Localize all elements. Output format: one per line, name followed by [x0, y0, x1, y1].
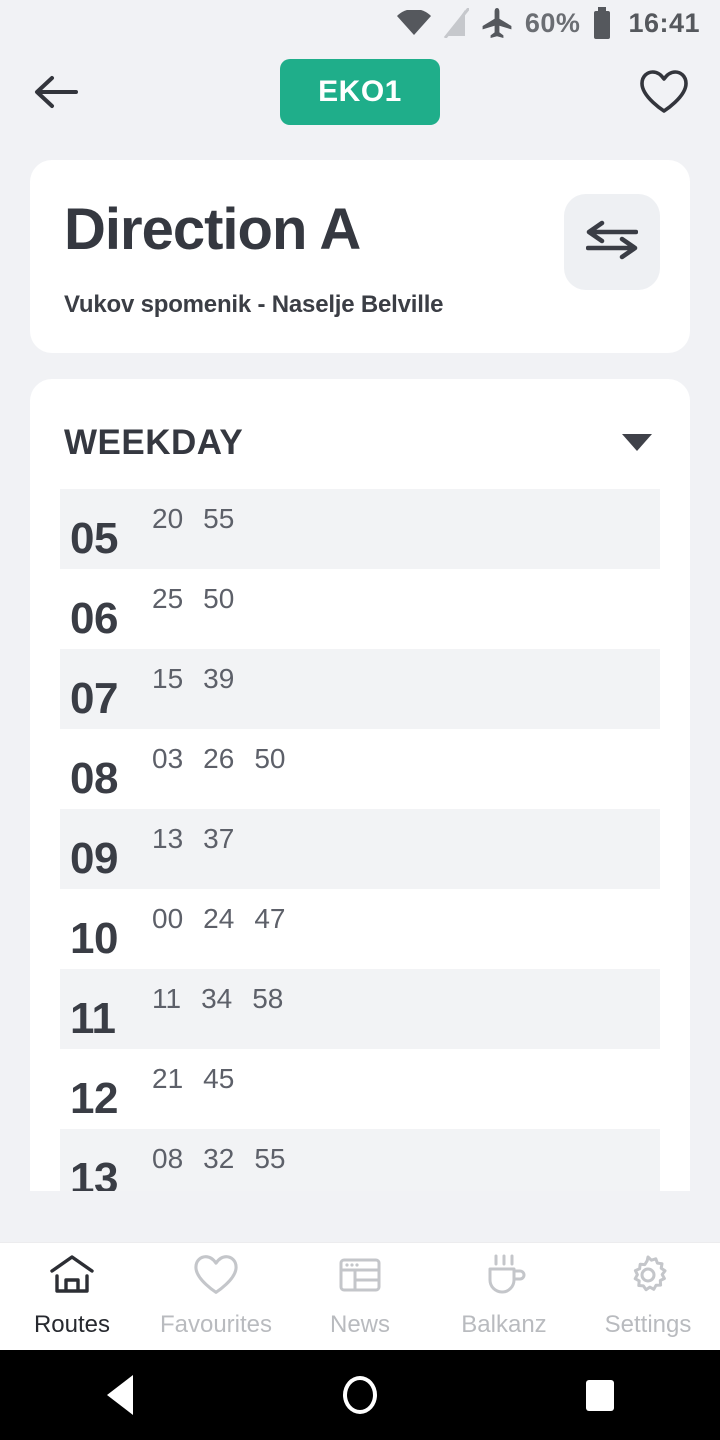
departure-minutes: 03 26 50	[148, 743, 285, 809]
departure-hour: 07	[70, 673, 118, 723]
departure-minute: 15	[152, 662, 184, 694]
chevron-down-icon[interactable]	[622, 434, 652, 452]
departure-minute: 50	[203, 582, 235, 614]
departure-minute: 08	[152, 1142, 184, 1174]
departure-minutes: 11 34 58	[148, 983, 283, 1049]
departure-row[interactable]: 13 08 32 55	[60, 1128, 660, 1191]
departure-hour: 09	[70, 833, 118, 883]
heart-outline-icon	[193, 1254, 239, 1301]
departure-minute: 21	[152, 1062, 184, 1094]
departure-row[interactable]: 12 21 45	[60, 1049, 660, 1129]
departure-minute: 00	[152, 902, 184, 934]
departure-minute: 55	[203, 502, 235, 534]
departure-minute: 37	[203, 822, 235, 854]
battery-icon	[592, 7, 612, 39]
system-back-icon[interactable]	[0, 1375, 240, 1415]
departure-minute: 39	[203, 662, 235, 694]
departure-minute: 11	[152, 982, 182, 1014]
status-clock: 16:41	[628, 7, 700, 38]
wifi-icon	[396, 10, 431, 36]
gear-icon	[625, 1254, 671, 1301]
nav-item-routes[interactable]: Routes	[0, 1254, 144, 1339]
back-arrow-icon[interactable]	[28, 64, 84, 120]
schedule-card: WEEKDAY 05 20 55 06 25 50 07 15 39 08 03 26 50 09 13 37…	[30, 378, 690, 1191]
route-badge[interactable]: EKO1	[280, 59, 440, 125]
departure-minute: 45	[203, 1062, 235, 1094]
status-bar: 60% 16:41	[0, 0, 720, 46]
departure-minute: 26	[203, 742, 235, 774]
departure-minute: 24	[203, 902, 235, 934]
departure-minute: 34	[201, 982, 233, 1014]
departure-hour: 08	[70, 753, 118, 803]
departure-hour: 13	[70, 1153, 118, 1191]
departure-minutes: 15 39	[148, 663, 234, 729]
app-screen: 60% 16:41 EKO1 Direction A Vukov spomeni…	[0, 0, 720, 1440]
departure-row[interactable]: 06 25 50	[60, 569, 660, 649]
direction-card: Direction A Vukov spomenik - Naselje Bel…	[30, 160, 690, 353]
departure-hour: 10	[70, 913, 118, 963]
departure-minute: 47	[254, 902, 286, 934]
system-home-icon[interactable]	[240, 1376, 480, 1414]
swap-arrows-icon	[585, 219, 639, 266]
signal-off-icon	[443, 8, 469, 38]
swap-direction-button[interactable]	[564, 194, 660, 290]
departure-row[interactable]: 11 11 34 58	[60, 968, 660, 1049]
departure-minute: 58	[252, 982, 284, 1014]
departure-rows: 05 20 55 06 25 50 07 15 39 08 03 26 50 09 13 37 10 00 24 47…	[30, 488, 690, 1191]
departure-row[interactable]: 09 13 37	[60, 808, 660, 889]
departure-minute: 50	[254, 742, 286, 774]
departure-row[interactable]: 08 03 26 50	[60, 729, 660, 809]
nav-label-balkanz: Balkanz	[461, 1311, 547, 1338]
nav-item-balkanz[interactable]: Balkanz	[432, 1254, 576, 1339]
nav-item-settings[interactable]: Settings	[576, 1254, 720, 1339]
departure-minute: 25	[152, 582, 184, 614]
departure-hour: 06	[70, 593, 118, 643]
system-navigation-bar	[0, 1350, 720, 1440]
nav-item-favourites[interactable]: Favourites	[144, 1254, 288, 1339]
bottom-navigation: Routes Favourites News Balkanz Settings	[0, 1242, 720, 1350]
departure-row[interactable]: 05 20 55	[60, 488, 660, 569]
departure-minute: 13	[152, 822, 184, 854]
departure-minutes: 25 50	[148, 583, 234, 649]
departure-minute: 20	[152, 502, 184, 534]
departure-minute: 32	[203, 1142, 235, 1174]
nav-item-news[interactable]: News	[288, 1254, 432, 1339]
departure-minute: 03	[152, 742, 184, 774]
news-layout-icon	[337, 1254, 383, 1301]
nav-label-settings: Settings	[604, 1311, 692, 1338]
favourite-heart-icon[interactable]	[636, 64, 692, 120]
departure-hour: 05	[70, 513, 118, 563]
battery-percent-label: 60%	[524, 7, 581, 38]
system-recents-icon[interactable]	[480, 1379, 720, 1411]
departure-row[interactable]: 10 00 24 47	[60, 889, 660, 969]
day-type-selector[interactable]: WEEKDAY	[30, 389, 690, 489]
nav-label-favourites: Favourites	[159, 1311, 273, 1338]
departure-row[interactable]: 07 15 39	[60, 648, 660, 729]
direction-subtitle: Vukov spomenik - Naselje Belville	[64, 290, 444, 318]
nav-label-news: News	[329, 1311, 390, 1338]
app-bar: EKO1	[0, 46, 720, 138]
departure-hour: 12	[70, 1073, 118, 1123]
departure-minutes: 08 32 55	[148, 1143, 285, 1191]
departure-minutes: 13 37	[148, 823, 234, 889]
departure-minutes: 20 55	[148, 503, 234, 569]
coffee-cup-icon	[481, 1254, 527, 1301]
departure-minute: 55	[254, 1142, 286, 1174]
departure-minutes: 21 45	[148, 1063, 234, 1129]
airplane-mode-icon	[481, 8, 513, 38]
nav-label-routes: Routes	[33, 1311, 111, 1338]
home-icon	[49, 1254, 95, 1301]
day-type-label: WEEKDAY	[64, 422, 244, 462]
departure-hour: 11	[70, 993, 116, 1043]
departure-minutes: 00 24 47	[148, 903, 285, 969]
